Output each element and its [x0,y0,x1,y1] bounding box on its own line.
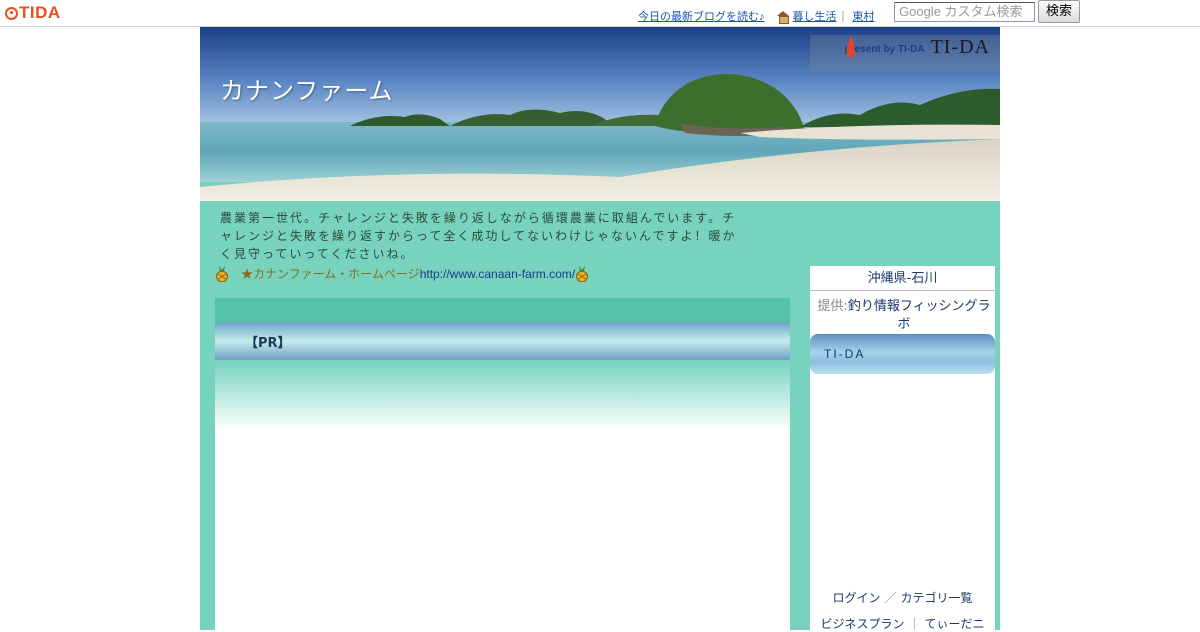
pineapple-icon [576,265,589,282]
homepage-url-link[interactable]: http://www.canaan-farm.com/ [420,267,575,281]
kurashi-link[interactable]: 暮し生活 [793,8,837,24]
sidebar-links-row-1: ログイン ／ カテゴリ一覧 [810,589,995,606]
present-by-text: present by TI-DA [844,44,925,55]
sidebar: 沖縄県-石川 提供:釣り情報フィッシングラボ TI-DA ログイン ／ カテゴリ一覧… [810,266,995,632]
tida-present-logo: TI-DA [930,36,990,58]
higashi-link[interactable]: 東村 [852,8,874,24]
provider-label: 提供: [817,299,848,314]
google-search-input[interactable]: Google カスタム検索 [894,2,1035,22]
flame-icon [845,36,855,58]
pr-header-bar: 【PR】 [215,322,790,360]
pineapple-icon [216,265,228,282]
tida-logo[interactable]: TIDA [5,3,61,22]
link-separator: | [841,10,845,22]
pr-top-strip [215,298,790,322]
blog-title[interactable]: カナンファーム [220,71,394,106]
category-list-link[interactable]: カテゴリ一覧 [901,591,973,605]
today-latest-blog-link[interactable]: 今日の最新ブログを読む♪ [638,8,765,24]
blog-description: 農業第一世代。チャレンジと失敗を繰り返しながら循環農業に取組んでいます。チャレン… [220,211,737,261]
tida-sidebar-banner[interactable]: TI-DA [810,334,995,374]
link-separator: ｜ [908,617,921,631]
sidebar-links-row-2: ビジネスプラン ｜ てぃーだニ [810,615,995,632]
business-plan-link[interactable]: ビジネスプラン [820,617,904,631]
link-separator: ／ [884,591,897,605]
search-button[interactable]: 検索 [1038,0,1080,23]
pr-fade [215,360,790,430]
weather-location[interactable]: 沖縄県-石川 [810,267,995,286]
login-link[interactable]: ログイン [832,591,880,605]
top-links: 今日の最新ブログを読む♪ 暮し生活 | 東村 [638,8,874,24]
homepage-line: ★カナンファーム・ホームページ http://www.canaan-farm.c… [215,265,589,282]
tiidani-link[interactable]: てぃーだニ [925,617,985,631]
pr-label: 【PR】 [245,336,291,351]
tida-banner-text: TI-DA [824,347,866,361]
sidebar-divider [810,290,995,291]
home-icon [776,10,789,24]
tida-logo-text: TIDA [19,3,61,22]
top-bar: TIDA 今日の最新ブログを読む♪ 暮し生活 | 東村 Google カスタム検… [0,0,1200,27]
tida-logo-icon [5,6,18,20]
present-by-tida[interactable]: present by TI-DA TI-DA [845,36,990,59]
header-banner: カナンファーム present by TI-DA TI-DA [200,27,1000,201]
homepage-label: ★カナンファーム・ホームページ [241,267,420,281]
provider-link[interactable]: 釣り情報フィッシングラボ [848,299,991,332]
provider-credit: 提供:釣り情報フィッシングラボ [814,298,994,334]
pr-section: 【PR】 [215,298,790,630]
blog-container: カナンファーム present by TI-DA TI-DA 農業第一世代。チャ… [200,27,1000,632]
